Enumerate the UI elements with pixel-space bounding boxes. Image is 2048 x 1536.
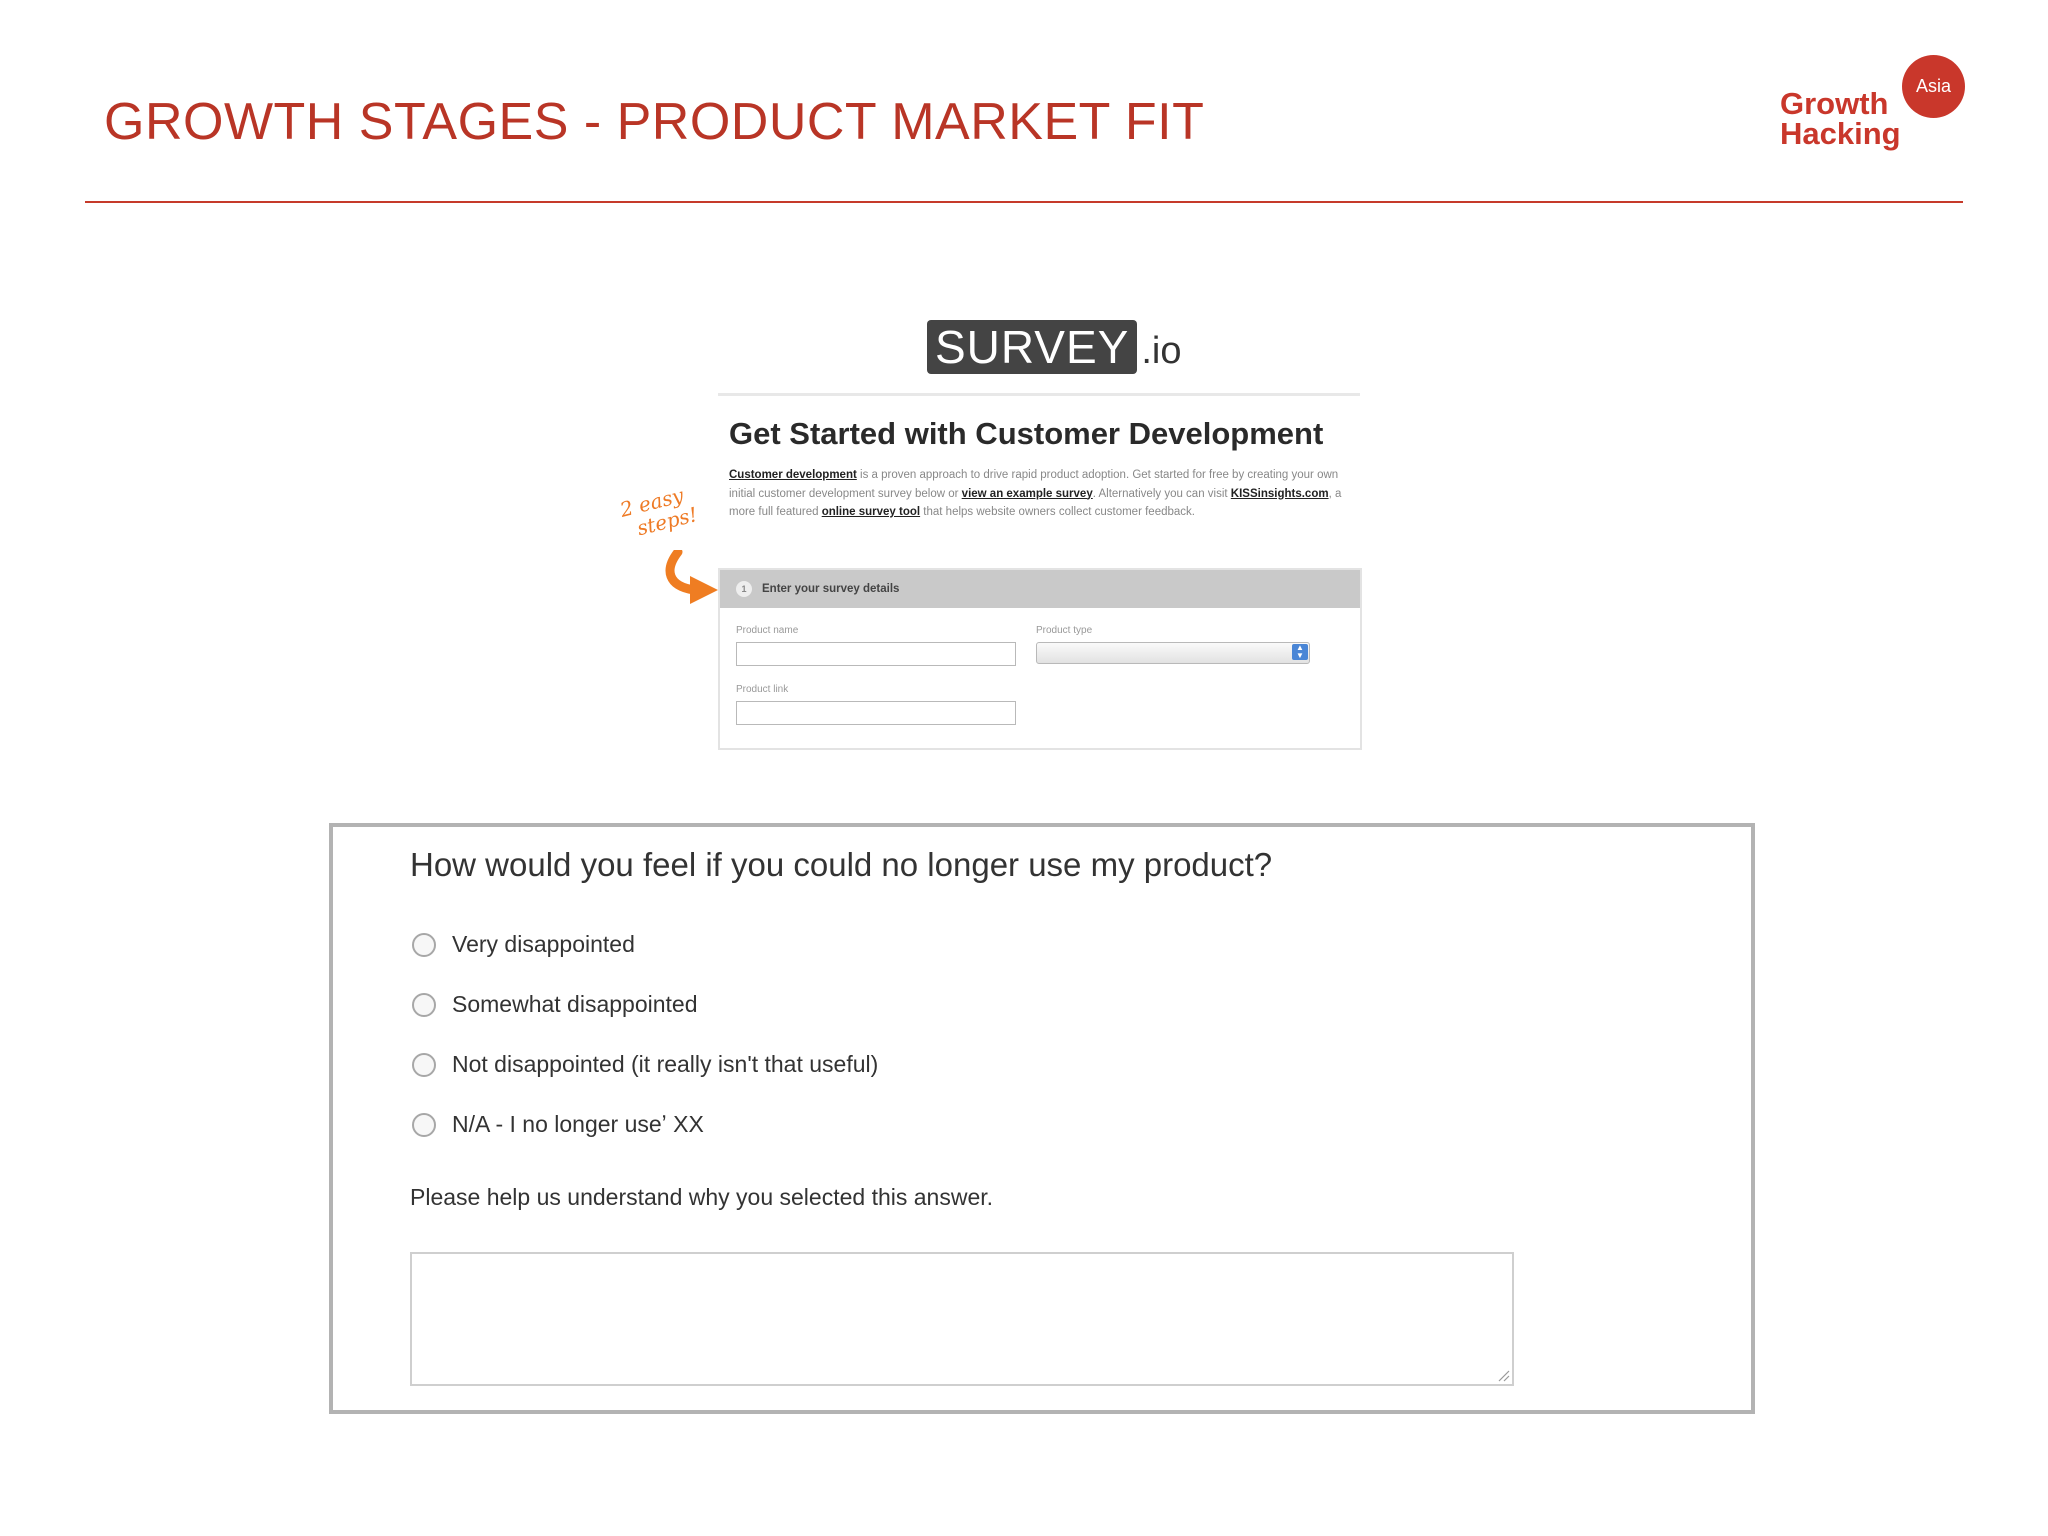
- orange-arrow-icon: [665, 550, 718, 604]
- title-divider: [85, 201, 1963, 203]
- option-not-disappointed[interactable]: Not disappointed (it really isn't that u…: [412, 1051, 878, 1078]
- view-example-survey-link[interactable]: view an example survey: [962, 488, 1093, 500]
- step-title: Enter your survey details: [762, 583, 900, 595]
- product-type-label: Product type: [1036, 625, 1093, 636]
- logo-badge: Asia: [1902, 55, 1965, 118]
- intro-text-4: that helps website owners collect custom…: [920, 506, 1195, 518]
- survey-details-panel: 1 Enter your survey details Product name…: [718, 568, 1362, 750]
- surveyio-heading: Get Started with Customer Development: [729, 416, 1324, 451]
- question-title: How would you feel if you could no longe…: [410, 846, 1273, 883]
- option-label: Very disappointed: [452, 931, 635, 957]
- product-link-input[interactable]: [736, 701, 1016, 725]
- surveyio-logo-word: SURVEY: [927, 320, 1138, 374]
- option-na-no-longer-use[interactable]: N/A - I no longer useʼ XX: [412, 1111, 704, 1138]
- slide-title: GROWTH STAGES - PRODUCT MARKET FIT: [104, 93, 1205, 151]
- option-label: Somewhat disappointed: [452, 991, 698, 1017]
- surveyio-logo: SURVEY .io: [927, 320, 1181, 374]
- select-arrows-icon: ▲ ▼: [1292, 644, 1308, 660]
- answer-reason-textarea[interactable]: [410, 1252, 1514, 1386]
- customer-development-link[interactable]: Customer development: [729, 469, 857, 481]
- product-name-input[interactable]: [736, 642, 1016, 666]
- kissinsights-link[interactable]: KISSinsights.com: [1231, 488, 1329, 500]
- radio-button[interactable]: [412, 1052, 436, 1077]
- option-label: N/A - I no longer useʼ XX: [452, 1111, 704, 1137]
- survey-details-header: 1 Enter your survey details: [720, 570, 1360, 608]
- surveyio-divider: [718, 393, 1360, 396]
- resize-handle-icon[interactable]: [1496, 1368, 1510, 1382]
- option-somewhat-disappointed[interactable]: Somewhat disappointed: [412, 991, 698, 1018]
- radio-button[interactable]: [412, 992, 436, 1017]
- product-name-label: Product name: [736, 625, 799, 636]
- surveyio-intro: Customer development is a proven approac…: [729, 466, 1351, 522]
- logo-text-hacking: Hacking: [1780, 116, 1901, 151]
- online-survey-tool-link[interactable]: online survey tool: [822, 506, 920, 518]
- product-type-select[interactable]: ▲ ▼: [1036, 642, 1310, 664]
- answer-help-text: Please help us understand why you select…: [410, 1184, 994, 1210]
- intro-text-2: . Alternatively you can visit: [1092, 487, 1231, 500]
- radio-button[interactable]: [412, 932, 436, 957]
- product-link-label: Product link: [736, 684, 789, 695]
- step-number-badge: 1: [736, 581, 752, 597]
- option-very-disappointed[interactable]: Very disappointed: [412, 931, 635, 958]
- surveyio-logo-suffix: .io: [1141, 330, 1182, 372]
- radio-button[interactable]: [412, 1112, 436, 1137]
- growth-hacking-logo: Asia Growth Hacking: [1770, 50, 1970, 160]
- easy-steps-note: 2 easy steps!: [618, 482, 700, 542]
- option-label: Not disappointed (it really isn't that u…: [452, 1051, 879, 1077]
- logo-text-growth: Growth: [1780, 86, 1889, 121]
